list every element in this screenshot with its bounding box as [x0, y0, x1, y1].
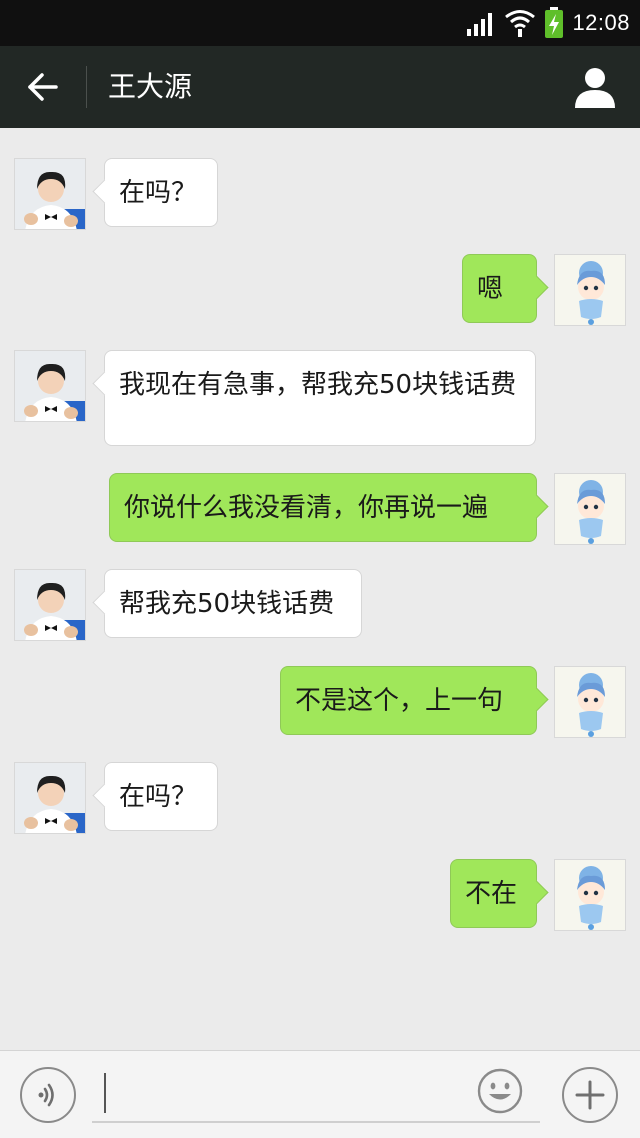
- message-text: 不是这个，上一句: [295, 686, 504, 716]
- my-avatar[interactable]: [554, 859, 626, 931]
- message-bubble-outgoing[interactable]: 不在: [450, 859, 537, 928]
- text-cursor: [104, 1073, 106, 1113]
- message-bubble-incoming[interactable]: 在吗？: [104, 762, 218, 831]
- chat-messages[interactable]: 在吗？ 嗯 我现在有急事，帮我充50块钱话费 你说什么我没看清，你再说一遍 帮我…: [0, 128, 640, 1050]
- my-avatar[interactable]: [554, 666, 626, 738]
- message-bubble-outgoing[interactable]: 嗯: [462, 254, 537, 323]
- more-options-button[interactable]: [562, 1067, 618, 1123]
- message-bubble-incoming[interactable]: 帮我充50块钱话费: [104, 569, 362, 638]
- contact-avatar[interactable]: [14, 350, 86, 422]
- profile-button[interactable]: [572, 64, 618, 110]
- message-bubble-outgoing[interactable]: 不是这个，上一句: [280, 666, 537, 735]
- message-text: 在吗？: [119, 178, 198, 208]
- contact-avatar[interactable]: [14, 569, 86, 641]
- message-text: 帮我充50块钱话费: [119, 589, 335, 619]
- message-bubble-incoming[interactable]: 在吗？: [104, 158, 218, 227]
- message-input[interactable]: [92, 1065, 540, 1123]
- arrow-left-icon: [28, 73, 58, 101]
- contact-avatar[interactable]: [14, 158, 86, 230]
- voice-icon: [38, 1083, 54, 1107]
- input-bar: [0, 1050, 640, 1138]
- message-bubble-incoming[interactable]: 我现在有急事，帮我充50块钱话费: [104, 350, 536, 446]
- status-time: 12:08: [572, 10, 630, 35]
- status-icons: 12:08: [466, 7, 630, 38]
- person-icon: [575, 68, 615, 108]
- chat-header: 王大源: [0, 46, 640, 128]
- emoji-button[interactable]: [476, 1067, 524, 1115]
- status-bar: 12:08: [0, 0, 640, 46]
- message-text: 在吗？: [119, 782, 198, 812]
- message-text: 你说什么我没看清，你再说一遍: [124, 493, 489, 523]
- message-bubble-outgoing[interactable]: 你说什么我没看清，你再说一遍: [109, 473, 537, 542]
- emoji-icon: [477, 1068, 523, 1114]
- my-avatar[interactable]: [554, 473, 626, 545]
- wifi-icon: [505, 10, 536, 37]
- message-text: 我现在有急事，帮我充50块钱话费: [119, 370, 517, 400]
- plus-icon: [575, 1080, 605, 1110]
- my-avatar[interactable]: [554, 254, 626, 326]
- voice-button[interactable]: [20, 1067, 76, 1123]
- chat-title: 王大源: [108, 70, 193, 103]
- signal-icon: [467, 13, 493, 36]
- back-button[interactable]: [18, 62, 68, 112]
- message-text: 不在: [465, 879, 518, 909]
- battery-charging-icon: [545, 7, 564, 38]
- message-text: 嗯: [477, 274, 504, 304]
- contact-avatar[interactable]: [14, 762, 86, 834]
- header-divider: [86, 66, 87, 108]
